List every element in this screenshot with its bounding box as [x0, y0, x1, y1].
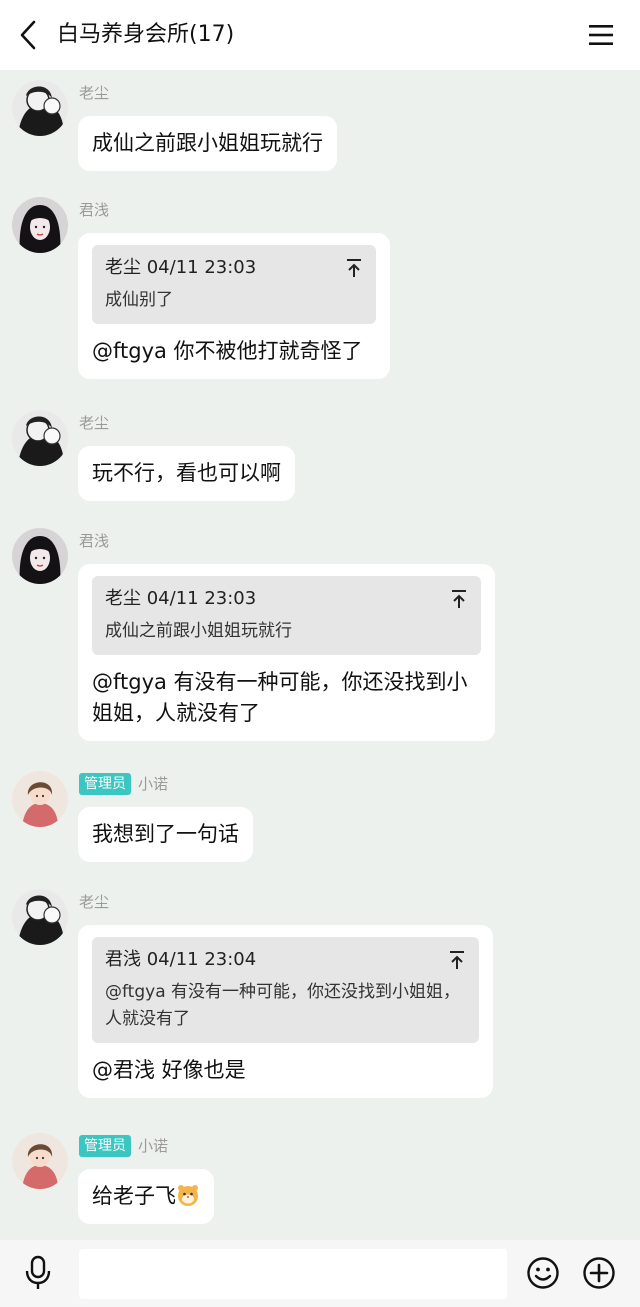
avatar-laochen[interactable] — [12, 889, 68, 945]
quoted-message[interactable]: 老尘 04/11 23:03 成仙之前跟小姐姐玩就行 — [92, 576, 481, 655]
message-meta: 老尘 — [79, 410, 109, 436]
input-bar — [0, 1240, 640, 1307]
avatar-xiaonuo[interactable] — [12, 771, 68, 827]
avatar-xiaonuo[interactable] — [12, 1133, 68, 1189]
message-bubble[interactable]: 玩不行，看也可以啊 — [78, 446, 295, 501]
quote-author: 老尘 — [105, 257, 141, 278]
chat-header: 白马养身会所(17) — [0, 0, 640, 70]
microphone-icon[interactable] — [22, 1254, 54, 1292]
quote-header: 君浅 04/11 23:04 — [105, 947, 466, 973]
quote-text: 成仙之前跟小姐姐玩就行 — [105, 621, 292, 641]
sender-name: 小诺 — [138, 1137, 169, 1155]
quote-author: 老尘 — [105, 588, 141, 609]
jump-to-top-icon[interactable] — [447, 949, 467, 971]
quote-text: 成仙别了 — [105, 290, 173, 310]
message-bubble[interactable]: 君浅 04/11 23:04 @ftgya 有没有一种可能，你还没找到小姐姐，人… — [78, 925, 493, 1098]
jump-to-top-icon[interactable] — [344, 257, 364, 279]
quote-header: 老尘 04/11 23:03 — [105, 586, 468, 612]
smiley-icon[interactable] — [526, 1256, 560, 1290]
quote-header: 老尘 04/11 23:03 — [105, 255, 363, 281]
quote-text: @ftgya 有没有一种可能，你还没找到小姐姐，人就没有了 — [105, 982, 461, 1029]
message-bubble[interactable]: 我想到了一句话 — [78, 807, 253, 862]
sender-name: 君浅 — [79, 532, 110, 550]
message-bubble[interactable]: 老尘 04/11 23:03 成仙别了 @ftgya 你不被他打就奇怪了 — [78, 233, 390, 379]
message-text: @君浅 好像也是 — [92, 1058, 246, 1082]
quote-time: 04/11 23:04 — [146, 949, 257, 970]
message-text: 我想到了一句话 — [92, 822, 239, 846]
sender-name: 小诺 — [138, 775, 169, 793]
quote-time: 04/11 23:03 — [146, 588, 257, 609]
avatar-junqian[interactable] — [12, 528, 68, 584]
avatar-laochen[interactable] — [12, 410, 68, 466]
message-meta: 君浅 — [79, 197, 109, 223]
sender-name: 老尘 — [79, 893, 110, 911]
plus-circle-icon[interactable] — [582, 1256, 616, 1290]
message-meta: 管理员 小诺 — [79, 1133, 168, 1159]
avatar-junqian[interactable] — [12, 197, 68, 253]
message-input[interactable] — [79, 1249, 507, 1299]
message-text: @ftgya 有没有一种可能，你还没找到小姐姐，人就没有了 — [92, 670, 468, 725]
jump-to-top-icon[interactable] — [449, 588, 469, 610]
sender-name: 君浅 — [79, 201, 110, 219]
message-bubble[interactable]: 老尘 04/11 23:03 成仙之前跟小姐姐玩就行 @ftgya 有没有一种可… — [78, 564, 495, 741]
quoted-message[interactable]: 君浅 04/11 23:04 @ftgya 有没有一种可能，你还没找到小姐姐，人… — [92, 937, 479, 1043]
chevron-left-icon[interactable] — [14, 18, 44, 52]
hamburger-menu-icon[interactable] — [586, 22, 616, 48]
hamster-emoji-icon — [178, 1185, 198, 1206]
avatar-laochen[interactable] — [12, 80, 68, 136]
quote-time: 04/11 23:03 — [146, 257, 257, 278]
chat-title: 白马养身会所(17) — [57, 22, 235, 47]
message-bubble[interactable]: 成仙之前跟小姐姐玩就行 — [78, 116, 337, 171]
message-list[interactable]: 老尘 成仙之前跟小姐姐玩就行 君浅 老尘 04/11 23:03 成仙别了 @f… — [0, 70, 640, 1240]
message-meta: 老尘 — [79, 80, 109, 106]
sender-name: 老尘 — [79, 84, 110, 102]
quoted-message[interactable]: 老尘 04/11 23:03 成仙别了 — [92, 245, 376, 324]
message-bubble[interactable]: 给老子飞 — [78, 1169, 214, 1224]
message-text: 玩不行，看也可以啊 — [92, 461, 281, 485]
quote-author: 君浅 — [105, 949, 141, 970]
message-text: 成仙之前跟小姐姐玩就行 — [92, 131, 323, 155]
message-text: 给老子飞 — [92, 1184, 176, 1208]
message-meta: 君浅 — [79, 528, 109, 554]
message-text: @ftgya 你不被他打就奇怪了 — [92, 339, 363, 363]
sender-name: 老尘 — [79, 414, 110, 432]
message-meta: 管理员 小诺 — [79, 771, 168, 797]
message-meta: 老尘 — [79, 889, 109, 915]
admin-badge: 管理员 — [79, 773, 131, 795]
admin-badge: 管理员 — [79, 1135, 131, 1157]
